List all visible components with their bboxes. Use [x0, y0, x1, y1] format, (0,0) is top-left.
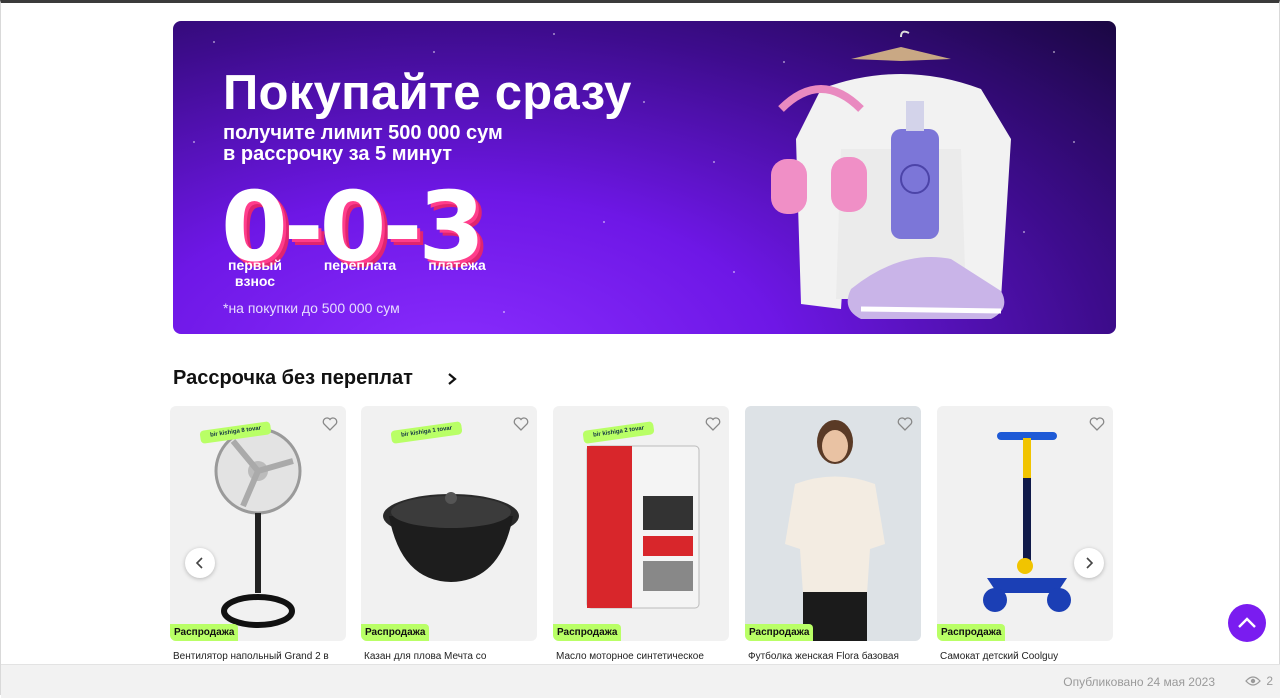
arrow-up-icon: [1238, 617, 1256, 628]
views-count: 2: [1266, 674, 1273, 688]
heart-icon[interactable]: [705, 416, 721, 432]
sale-badge: Распродажа: [937, 624, 1006, 641]
product-image[interactable]: bir kishiga 1 tovar Распродажа: [361, 406, 537, 641]
carousel-prev-button[interactable]: [185, 548, 215, 578]
chevron-left-icon: [195, 557, 203, 569]
views-counter: 2: [1245, 674, 1273, 688]
product-title[interactable]: Футболка женская Flora базовая: [745, 651, 921, 662]
label-overpayment: переплата: [323, 257, 397, 273]
product-title[interactable]: Масло моторное синтетическое: [553, 651, 729, 662]
sale-badge: Распродажа: [745, 624, 814, 641]
product-card[interactable]: bir kishiga 1 tovar Распродажа Казан для…: [361, 406, 537, 662]
carousel-next-button[interactable]: [1074, 548, 1104, 578]
product-image[interactable]: bir kishiga 2 tovar Распродажа: [553, 406, 729, 641]
heart-icon[interactable]: [1089, 416, 1105, 432]
limit-tag: bir kishiga 1 tovar: [390, 421, 463, 444]
product-image[interactable]: Распродажа: [937, 406, 1113, 641]
label-first-payment: первый взнос: [228, 257, 282, 289]
product-title[interactable]: Казан для плова Мечта со: [361, 651, 537, 662]
sale-badge: Распродажа: [553, 624, 622, 641]
banner-note: *на покупки до 500 000 сум: [223, 300, 400, 316]
product-card[interactable]: Распродажа Футболка женская Flora базова…: [745, 406, 921, 662]
oil-can-image: [586, 445, 700, 609]
published-date: Опубликовано 24 мая 2023: [1063, 675, 1215, 689]
product-title[interactable]: Вентилятор напольный Grand 2 в: [170, 651, 346, 662]
footer-bar: Опубликовано 24 мая 2023 2: [1, 664, 1280, 698]
banner-title: Покупайте сразу: [223, 66, 632, 120]
banner-subtitle: получите лимит 500 000 сум в рассрочку з…: [223, 123, 643, 165]
fan-image: [214, 427, 302, 628]
product-card[interactable]: Распродажа Самокат детский Coolguy: [937, 406, 1113, 662]
page-frame: Покупайте сразу получите лимит 500 000 с…: [0, 0, 1280, 698]
scooter-image: [983, 432, 1071, 612]
product-image[interactable]: bir kishiga 8 tovar Распродажа: [170, 406, 346, 641]
kazan-image: [383, 492, 519, 582]
heart-icon[interactable]: [897, 416, 913, 432]
sale-badge: Распродажа: [170, 624, 239, 641]
tshirt-model-image: [785, 420, 885, 641]
banner-subtitle-line1: получите лимит 500 000 сум: [223, 122, 503, 144]
product-title[interactable]: Самокат детский Coolguy: [937, 651, 1113, 662]
sale-badge: Распродажа: [361, 624, 430, 641]
banner-illustration: [771, 30, 1011, 319]
heart-icon[interactable]: [513, 416, 529, 432]
eye-icon: [1245, 676, 1262, 686]
label-payments: платежа: [428, 257, 486, 273]
scroll-top-button[interactable]: [1228, 604, 1266, 642]
product-card[interactable]: bir kishiga 8 tovar Распродажа Вентилято…: [170, 406, 346, 662]
banner-subtitle-line2: в рассрочку за 5 минут: [223, 143, 453, 165]
section-title[interactable]: Рассрочка без переплат: [173, 367, 413, 390]
chevron-right-icon: [1086, 557, 1094, 569]
product-image[interactable]: Распродажа: [745, 406, 921, 641]
heart-icon[interactable]: [322, 416, 338, 432]
promo-banner[interactable]: Покупайте сразу получите лимит 500 000 с…: [173, 21, 1116, 334]
product-card[interactable]: bir kishiga 2 tovar Распродажа Масло мот…: [553, 406, 729, 662]
chevron-right-icon[interactable]: [444, 369, 460, 389]
